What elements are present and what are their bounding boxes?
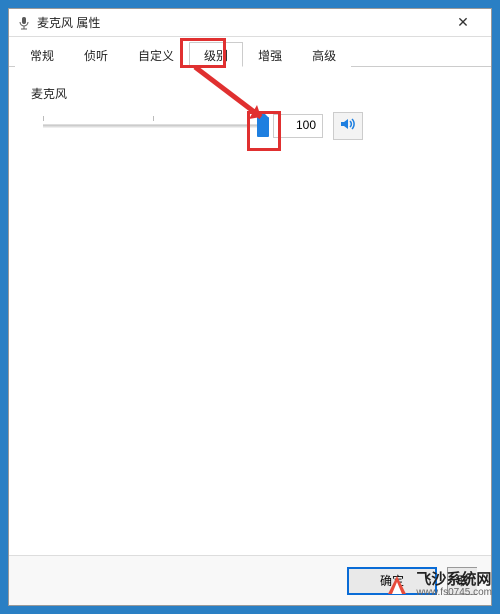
tab-advanced[interactable]: 高级	[297, 42, 351, 67]
window-title: 麦克风 属性	[37, 14, 443, 31]
watermark: 飞沙系统网 www.fs0745.com	[384, 572, 492, 598]
watermark-url: www.fs0745.com	[416, 587, 492, 598]
tab-custom[interactable]: 自定义	[123, 42, 189, 67]
tab-bar: 常规 侦听 自定义 级别 增强 高级	[9, 37, 491, 67]
tab-levels[interactable]: 级别	[189, 42, 243, 67]
level-value[interactable]: 100	[273, 114, 323, 138]
speaker-icon	[340, 117, 356, 136]
level-slider[interactable]	[43, 114, 263, 138]
tab-content: 麦克风 100	[9, 67, 491, 555]
tab-listen[interactable]: 侦听	[69, 42, 123, 67]
tab-general[interactable]: 常规	[15, 42, 69, 67]
watermark-name: 飞沙系统网	[416, 572, 492, 587]
microphone-label: 麦克风	[31, 85, 473, 102]
tab-enhance[interactable]: 增强	[243, 42, 297, 67]
watermark-icon	[384, 572, 410, 598]
properties-window: 麦克风 属性 ✕ 常规 侦听 自定义 级别 增强 高级 麦克风 100	[8, 8, 492, 606]
level-row: 100	[27, 112, 473, 140]
slider-thumb[interactable]	[257, 117, 269, 137]
microphone-icon	[17, 16, 31, 30]
close-button[interactable]: ✕	[443, 10, 483, 36]
mute-button[interactable]	[333, 112, 363, 140]
titlebar: 麦克风 属性 ✕	[9, 9, 491, 37]
